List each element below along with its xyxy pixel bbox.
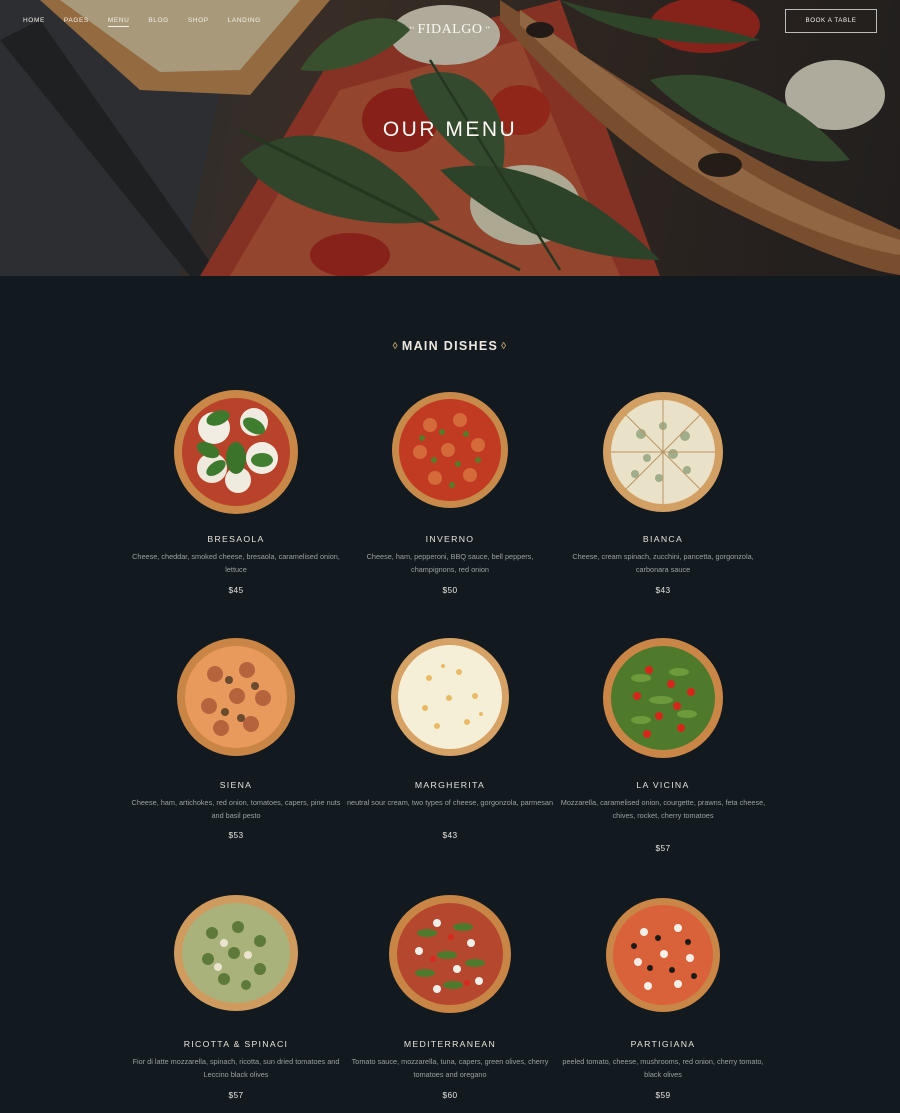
menu-item-description: Fior di latte mozzarella, spinach, ricot…: [132, 1057, 340, 1079]
pizza-image: [177, 638, 295, 756]
menu-item-description: Cheese, ham, pepperoni, BBQ sauce, bell …: [366, 552, 534, 574]
menu-item-description: Cheese, cheddar, smoked cheese, bresaola…: [132, 552, 340, 574]
section-title-text: MAIN DISHES: [401, 339, 499, 353]
pizza-image: [603, 638, 723, 758]
menu-item-description: Cheese, cream spinach, zucchini, pancett…: [572, 552, 754, 574]
site-logo[interactable]: ❛❛ FIDALGO ❜❜: [0, 22, 900, 38]
menu-item-name: INVERNO: [425, 534, 475, 544]
menu-item-name: MARGHERITA: [414, 780, 486, 790]
menu-item-name: MEDITERRANEAN: [403, 1039, 497, 1049]
menu-item-price: $43: [655, 585, 671, 595]
menu-item-description: Mozzarella, caramelised onion, courgette…: [560, 798, 766, 820]
menu-item-price: $57: [655, 843, 671, 853]
menu-item-name: BIANCA: [642, 534, 684, 544]
diamond-icon: ◊: [392, 341, 399, 352]
pizza-image: [389, 895, 511, 1013]
menu-item-description: neutral sour cream, two types of cheese,…: [346, 798, 554, 807]
menu-item-description: Cheese, ham, artichokes, red onion, toma…: [131, 798, 341, 820]
menu-item-price: $45: [228, 585, 244, 595]
menu-item-price: $57: [228, 1090, 244, 1100]
logo-text: FIDALGO: [417, 22, 483, 37]
page-title: OUR MENU: [382, 118, 518, 141]
hero-banner: HOME PAGES MENU BLOG SHOP LANDING ❛❛ FIDA…: [0, 0, 900, 276]
menu-item-name: SIENA: [219, 780, 253, 790]
pizza-image: [606, 898, 720, 1012]
menu-item-name: PARTIGIANA: [630, 1039, 696, 1049]
menu-item-price: $53: [228, 830, 244, 840]
pizza-image: [174, 390, 298, 514]
menu-item-price: $50: [442, 585, 458, 595]
section-title: ◊ MAIN DISHES ◊: [0, 339, 900, 353]
book-table-button[interactable]: BOOK A TABLE: [785, 9, 877, 33]
pizza-image: [603, 392, 723, 512]
pizza-image: [392, 392, 508, 508]
pizza-image: [391, 638, 509, 756]
menu-item-description: peeled tomato, cheese, mushrooms, red on…: [562, 1057, 764, 1079]
menu-item-price: $59: [655, 1090, 671, 1100]
menu-item-price: $60: [442, 1090, 458, 1100]
menu-item-name: LA VICINA: [636, 780, 690, 790]
diamond-icon: ◊: [501, 341, 508, 352]
pizza-image: [174, 895, 298, 1011]
menu-item-price: $43: [442, 830, 458, 840]
menu-item-name: BRESAOLA: [207, 534, 265, 544]
menu-item-name: RICOTTA & SPINACI: [183, 1039, 289, 1049]
logo-ornament-right: ❜❜: [485, 27, 491, 34]
logo-ornament-left: ❛❛: [409, 27, 415, 34]
menu-item-description: Tomato sauce, mozzarella, tuna, capers, …: [351, 1057, 549, 1079]
